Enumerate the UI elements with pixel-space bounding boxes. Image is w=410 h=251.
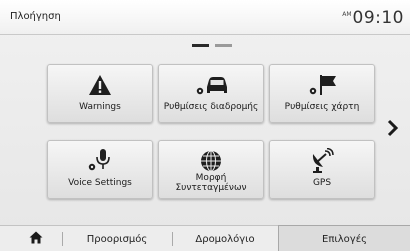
tab-options[interactable]: Επιλογές — [278, 225, 410, 251]
tab-destination[interactable]: Προορισμός — [63, 226, 171, 251]
page-indicator-inactive[interactable] — [215, 44, 232, 47]
bottom-tab-bar: Προορισμός Δρομολόγιο Επιλογές — [0, 225, 410, 251]
voice-settings-label: Voice Settings — [68, 178, 132, 188]
page-indicator — [192, 44, 232, 47]
chevron-right-icon[interactable] — [386, 116, 400, 140]
header-bar: Πλοήγηση AM 09:10 — [0, 0, 410, 35]
clock-time: 09:10 — [352, 8, 404, 28]
page-title: Πλοήγηση — [10, 11, 61, 22]
map-settings-label: Ρυθμίσεις χάρτη — [284, 102, 360, 112]
coordinate-format-tile[interactable]: Μορφή Συντεταγμένων — [158, 140, 264, 199]
tab-route[interactable]: Δρομολόγιο — [173, 226, 277, 251]
warnings-tile[interactable]: Warnings — [47, 64, 153, 123]
navigation-settings-screen: Πλοήγηση AM 09:10 Warnings Ρυθμίσεις δια… — [0, 0, 410, 251]
coordinate-format-label: Μορφή Συντεταγμένων — [175, 173, 247, 193]
home-icon — [29, 231, 43, 247]
home-button[interactable] — [22, 226, 50, 251]
clock: AM 09:10 — [342, 8, 404, 28]
gps-tile[interactable]: GPS — [269, 140, 375, 199]
globe-icon — [159, 150, 263, 172]
route-settings-icon — [159, 74, 263, 96]
warning-icon — [48, 74, 152, 96]
gps-label: GPS — [312, 178, 332, 188]
warnings-label: Warnings — [79, 102, 121, 112]
page-indicator-active — [192, 44, 209, 47]
voice-settings-tile[interactable]: Voice Settings — [47, 140, 153, 199]
clock-ampm: AM — [342, 11, 352, 18]
map-settings-tile[interactable]: Ρυθμίσεις χάρτη — [269, 64, 375, 123]
voice-settings-icon — [48, 149, 152, 172]
map-settings-icon — [270, 74, 374, 96]
route-settings-label: Ρυθμίσεις διαδρομής — [163, 102, 259, 112]
route-settings-tile[interactable]: Ρυθμίσεις διαδρομής — [158, 64, 264, 123]
satellite-icon — [270, 148, 374, 173]
